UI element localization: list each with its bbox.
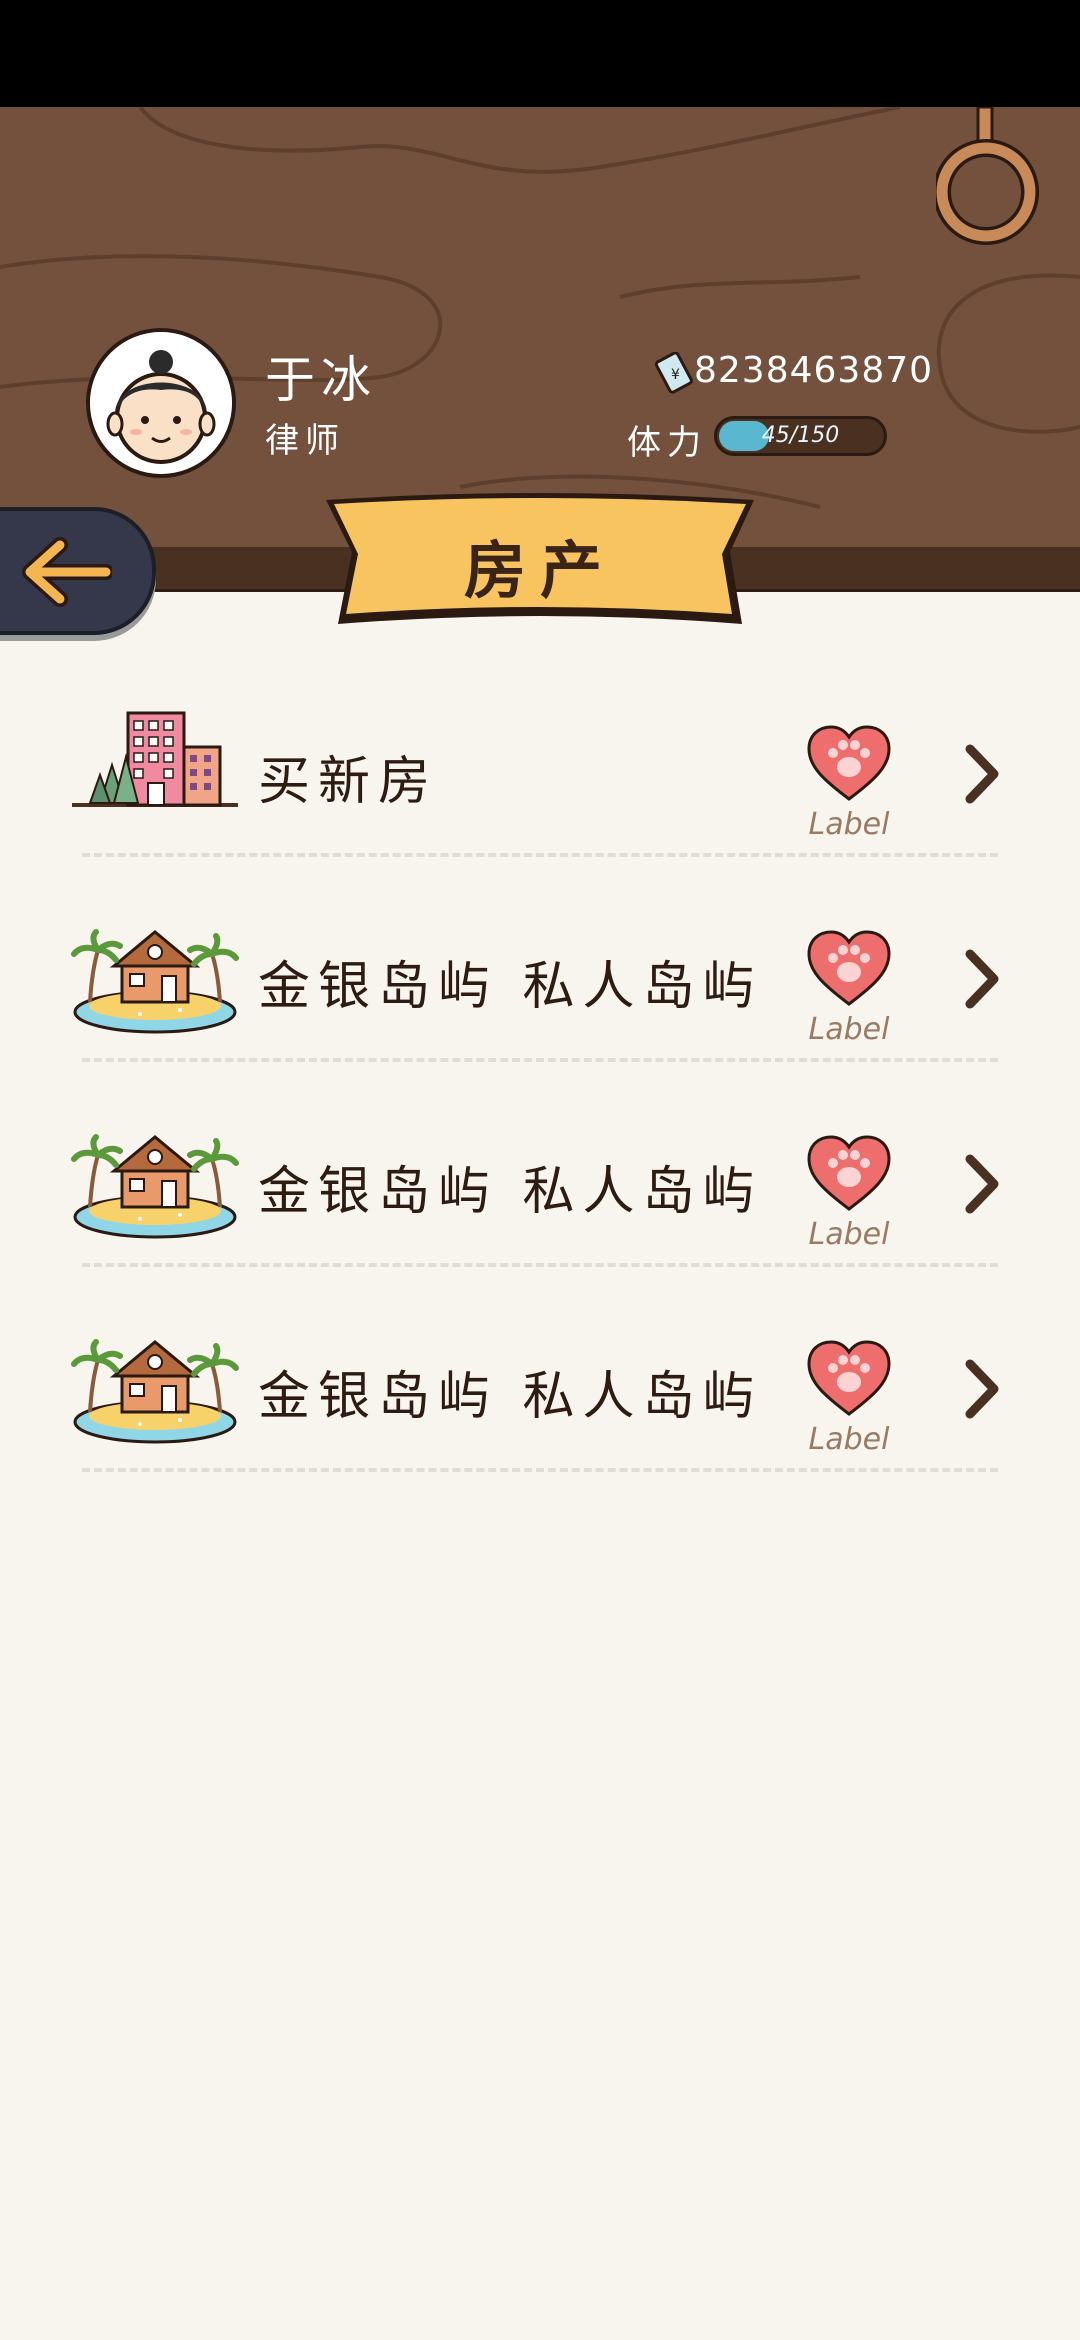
property-row[interactable]: 金银岛屿 私人岛屿 Label: [0, 1115, 1080, 1320]
property-label: Label: [808, 1012, 890, 1047]
chevron-right-icon[interactable]: [962, 1358, 1002, 1420]
wood-header-panel: [0, 107, 1080, 547]
island-house-icon: [71, 1134, 239, 1239]
island-house-icon: [71, 929, 239, 1034]
stamina-value: 45/150: [761, 423, 840, 448]
stamina-bar: 45/150: [714, 416, 887, 456]
row-divider: [82, 1468, 998, 1472]
hanging-ring-icon: [936, 107, 1039, 245]
property-label: Label: [808, 807, 890, 842]
money-amount: 8238463870: [694, 350, 934, 391]
player-occupation: 律师: [265, 421, 345, 461]
property-title: 金银岛屿 私人岛屿: [258, 957, 763, 1017]
property-label: Label: [808, 1217, 890, 1252]
paw-heart-icon[interactable]: [805, 1133, 893, 1213]
back-arrow-icon: [22, 537, 112, 607]
stamina-label: 体力: [627, 423, 707, 463]
property-title: 金银岛屿 私人岛屿: [258, 1162, 763, 1222]
property-label: Label: [808, 1422, 890, 1457]
status-bar: [0, 0, 1080, 107]
paw-heart-icon[interactable]: [805, 1338, 893, 1418]
row-divider: [82, 1263, 998, 1267]
svg-text:¥: ¥: [671, 367, 680, 383]
paw-heart-icon[interactable]: [805, 723, 893, 803]
chevron-right-icon[interactable]: [962, 1153, 1002, 1215]
property-row[interactable]: 金银岛屿 私人岛屿 Label: [0, 1320, 1080, 1525]
property-title: 买新房: [258, 752, 439, 812]
page-title: 房产: [463, 534, 616, 607]
money-bill-icon: ¥: [654, 352, 693, 394]
avatar[interactable]: [86, 328, 236, 478]
row-divider: [82, 853, 998, 857]
city-buildings-icon: [72, 711, 238, 807]
chevron-right-icon[interactable]: [962, 743, 1002, 805]
island-house-icon: [71, 1339, 239, 1444]
back-button[interactable]: [0, 507, 156, 635]
property-row[interactable]: 金银岛屿 私人岛屿 Label: [0, 910, 1080, 1115]
player-name: 于冰: [265, 351, 377, 409]
row-divider: [82, 1058, 998, 1062]
chevron-right-icon[interactable]: [962, 948, 1002, 1010]
property-row[interactable]: 买新房 Label: [0, 705, 1080, 910]
paw-heart-icon[interactable]: [805, 928, 893, 1008]
property-title: 金银岛屿 私人岛屿: [258, 1367, 763, 1427]
lawyer-face-icon: [90, 332, 232, 474]
